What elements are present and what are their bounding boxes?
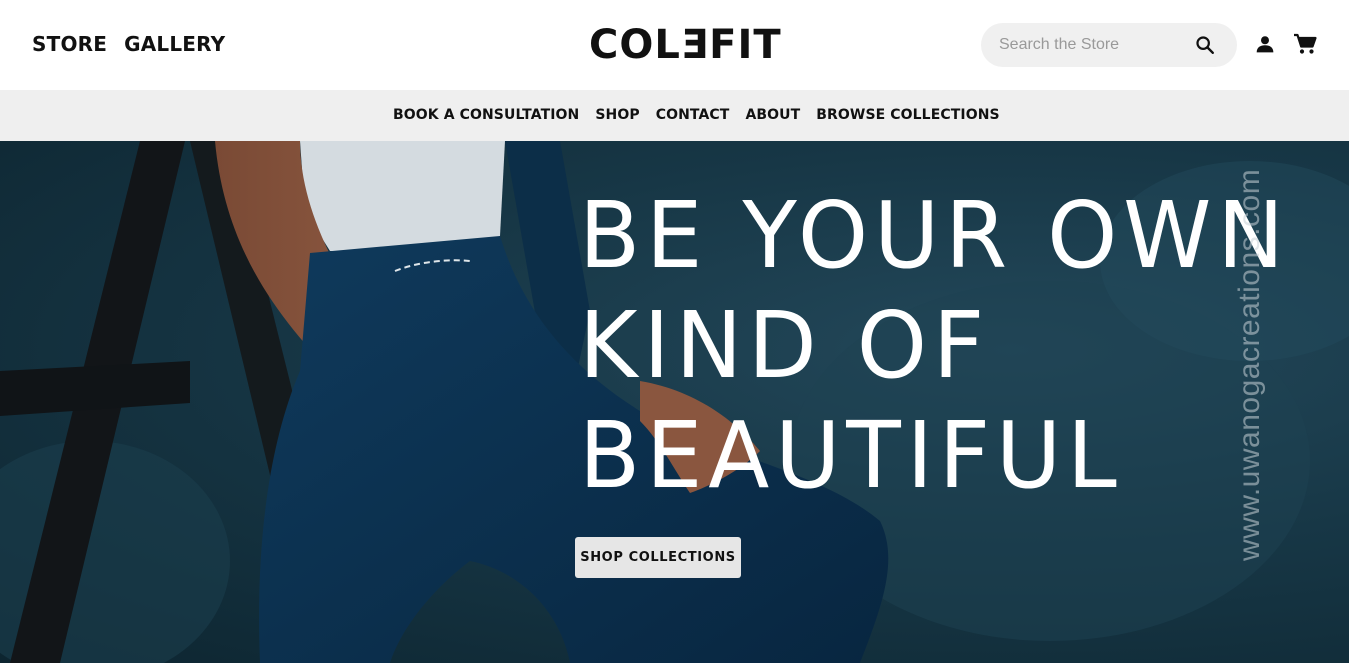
main-nav-list: BOOK A CONSULTATION SHOP CONTACT ABOUT B… [393, 107, 1000, 123]
headline-line-3: BEAUTIFUL [579, 402, 1123, 509]
store-link[interactable]: STORE [32, 32, 107, 56]
nav-item-about[interactable]: ABOUT [745, 107, 800, 123]
shop-collections-button[interactable]: SHOP COLLECTIONS [575, 537, 741, 578]
hero-banner: BE YOUR OWN KIND OF BEAUTIFUL www.uwanog… [0, 141, 1349, 663]
site-header: STORE GALLERY COLƎFIT [0, 0, 1349, 90]
nav-item-contact[interactable]: CONTACT [656, 107, 730, 123]
headline-line-2: KIND OF [579, 292, 990, 399]
nav-item-book-consultation[interactable]: BOOK A CONSULTATION [393, 107, 579, 123]
hero-headline: BE YOUR OWN KIND OF BEAUTIFUL [579, 181, 1312, 511]
nav-item-shop[interactable]: SHOP [595, 107, 639, 123]
user-icon[interactable] [1255, 34, 1275, 54]
gallery-link[interactable]: GALLERY [124, 32, 225, 56]
site-logo[interactable]: COLƎFIT [589, 22, 782, 68]
header-left-links: STORE GALLERY [32, 32, 225, 56]
search-box [981, 23, 1237, 67]
search-icon[interactable] [1194, 34, 1216, 56]
watermark-text: www.uwanogacreations.com [1233, 168, 1266, 561]
search-input[interactable] [999, 33, 1189, 57]
main-nav: BOOK A CONSULTATION SHOP CONTACT ABOUT B… [0, 90, 1349, 141]
nav-item-browse-collections[interactable]: BROWSE COLLECTIONS [816, 107, 999, 123]
headline-line-1: BE YOUR OWN [579, 182, 1290, 289]
cart-icon[interactable] [1293, 33, 1317, 55]
